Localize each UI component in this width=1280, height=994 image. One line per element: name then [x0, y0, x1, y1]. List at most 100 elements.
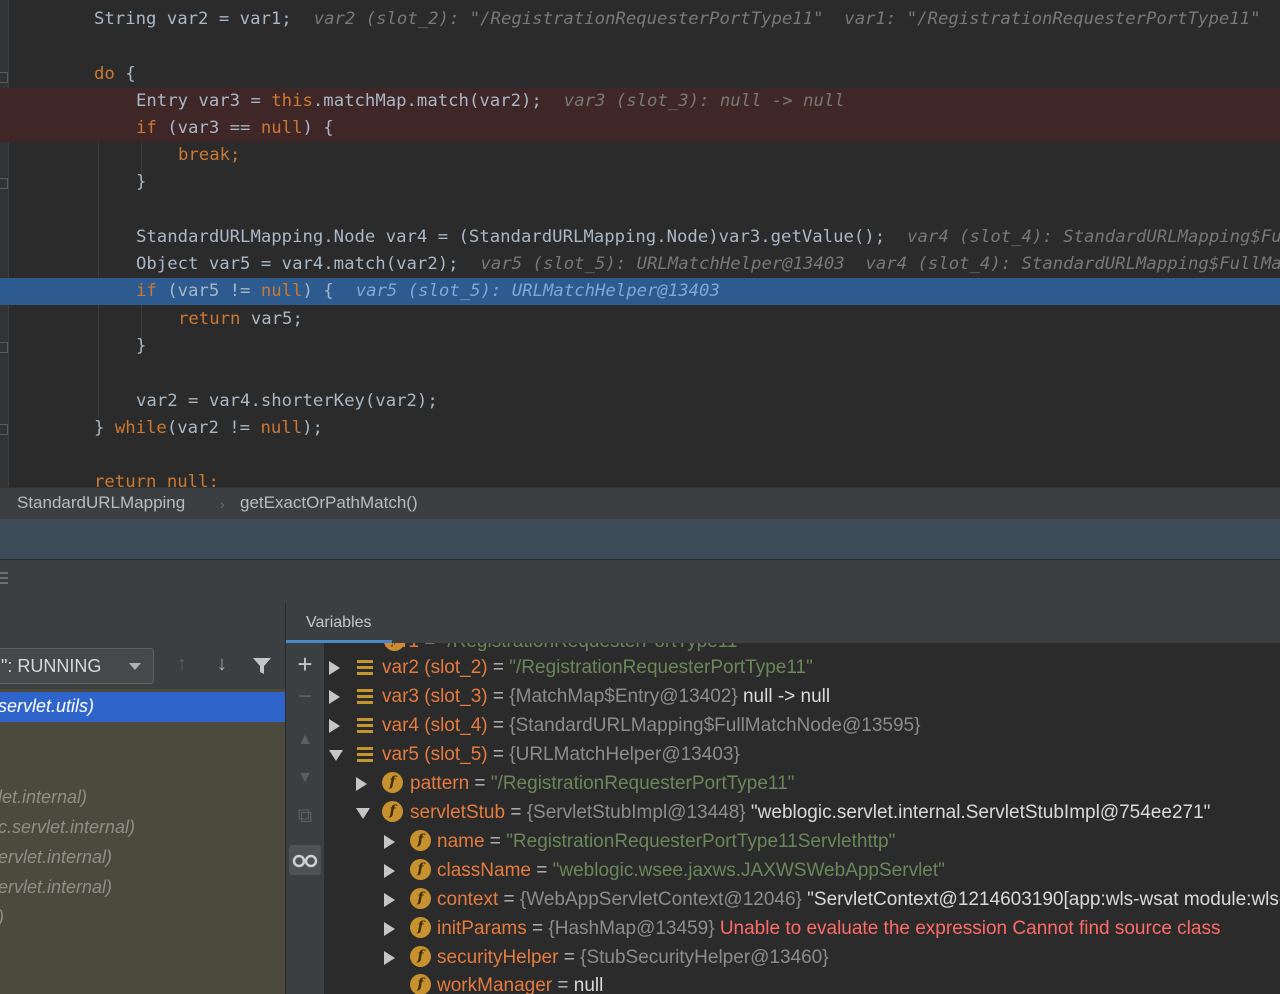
expand-arrow-icon[interactable]: [356, 777, 367, 791]
keyword: null: [260, 418, 303, 438]
frame-item[interactable]: [0, 722, 285, 752]
variable-row[interactable]: f context = {WebAppServletContext@12046}…: [324, 885, 1280, 914]
breadcrumb-separator: ›: [220, 496, 225, 512]
variable-value: "/RegistrationRequesterPortType11": [441, 643, 745, 652]
expand-arrow-icon[interactable]: [384, 864, 395, 878]
frame-item[interactable]: [0, 752, 285, 782]
variable-name: className: [437, 860, 531, 881]
frame-item[interactable]: ervlet.internal): [0, 843, 285, 873]
glasses-icon: [292, 854, 318, 868]
keyword: return: [94, 472, 157, 487]
expand-arrow-icon[interactable]: [384, 835, 395, 849]
variable-row[interactable]: f className = "weblogic.wsee.jaxws.JAXWS…: [324, 856, 1280, 885]
remove-watch-icon[interactable]: −: [286, 683, 324, 711]
variable-name: name: [437, 831, 485, 852]
field-icon: f: [410, 974, 431, 994]
code-line[interactable]: }: [0, 333, 1280, 360]
variable-row-expanded[interactable]: f servletStub = {ServletStubImpl@13448} …: [324, 798, 1280, 827]
variable-type: {StandardURLMapping$FullMatchNode@13595}: [509, 715, 921, 736]
code-text: (var2 !=: [166, 418, 261, 438]
move-down-icon[interactable]: ▼: [286, 769, 324, 787]
code-line[interactable]: break;: [0, 142, 1280, 169]
code-line[interactable]: do {: [0, 61, 1280, 88]
keyword: if: [136, 281, 157, 301]
variable-value: null -> null: [737, 686, 831, 707]
code-line[interactable]: return var5;: [0, 306, 1280, 333]
variables-tree: f var1 = "/RegistrationRequesterPortType…: [324, 643, 1280, 994]
variable-type: {WebAppServletContext@12046}: [519, 889, 802, 910]
code-editor[interactable]: String var2 = var1; var2 (slot_2): "/Regi…: [0, 0, 1280, 487]
variable-row[interactable]: f name = "RegistrationRequesterPortType1…: [324, 827, 1280, 856]
code-line-breakpoint[interactable]: Entry var3 = this.matchMap.match(var2); v…: [0, 88, 1280, 115]
current-execution-line[interactable]: if (var5 != null) {var5 (slot_5): URLMat…: [0, 278, 1280, 305]
code-text: ) {: [302, 281, 334, 301]
variable-row[interactable]: f securityHelper = {StubSecurityHelper@1…: [324, 943, 1280, 972]
local-variable-icon: [357, 747, 373, 762]
code-text: .matchMap.match(var2);: [312, 91, 542, 111]
collapse-arrow-icon[interactable]: [329, 750, 343, 761]
frame-label: ervlet.internal): [0, 877, 113, 897]
filter-icon[interactable]: [250, 653, 274, 679]
variable-row[interactable]: var3 (slot_3) = {MatchMap$Entry@13402} n…: [324, 682, 1280, 711]
keyword: null: [260, 281, 303, 301]
copy-icon[interactable]: ⧉: [286, 805, 324, 828]
frame-item[interactable]: ervlet.internal): [0, 873, 285, 903]
code-line[interactable]: }: [0, 169, 1280, 196]
variable-row[interactable]: var2 (slot_2) = "/RegistrationRequesterP…: [324, 653, 1280, 682]
inline-debug-hint: var2 (slot_2): "/RegistrationRequesterPo…: [313, 9, 1261, 29]
expand-arrow-icon[interactable]: [384, 951, 395, 965]
code-line[interactable]: Object var5 = var4.match(var2); var5 (slo…: [0, 251, 1280, 278]
code-line[interactable]: return null;: [0, 469, 1280, 487]
field-icon: f: [410, 859, 431, 880]
equals-sign: =: [558, 947, 581, 968]
variable-row[interactable]: f initParams = {HashMap@13459} Unable to…: [324, 914, 1280, 943]
breadcrumb-class[interactable]: StandardURLMapping: [17, 493, 185, 513]
equals-sign: =: [487, 686, 510, 707]
inline-debug-hint: var5 (slot_5): URLMatchHelper@13403 var4…: [480, 254, 1280, 274]
menu-icon[interactable]: [0, 572, 8, 588]
expand-arrow-icon[interactable]: [329, 719, 340, 733]
inline-debug-hint: var5 (slot_5): URLMatchHelper@13403: [355, 281, 720, 301]
code-line[interactable]: } while(var2 != null);: [0, 415, 1280, 442]
keyword: return: [178, 309, 241, 329]
code-text: Object var5 = var4.match(var2);: [136, 254, 459, 274]
breadcrumb: StandardURLMapping › getExactOrPathMatch…: [0, 487, 1280, 520]
variable-name: context: [437, 889, 499, 910]
tab-variables[interactable]: Variables: [286, 603, 392, 643]
arrow-up-icon[interactable]: ↑: [170, 653, 194, 679]
local-variable-icon: [357, 689, 373, 704]
variable-value: "weblogic.wsee.jaxws.JAXWSWebAppServlet": [552, 860, 945, 881]
variable-row[interactable]: var4 (slot_4) = {StandardURLMapping$Full…: [324, 711, 1280, 740]
frame-item[interactable]: c.servlet.internal): [0, 813, 285, 843]
frame-item[interactable]: let.internal): [0, 783, 285, 813]
variable-row-expanded[interactable]: var5 (slot_5) = {URLMatchHelper@13403}: [324, 740, 1280, 769]
code-line-breakpoint[interactable]: if (var3 == null) {: [0, 115, 1280, 142]
expand-arrow-icon[interactable]: [329, 690, 340, 704]
debug-toolbar: [0, 559, 1280, 604]
thread-selector-value: ": RUNNING: [1, 656, 102, 676]
code-line[interactable]: StandardURLMapping.Node var4 = (Standard…: [0, 224, 1280, 251]
frame-item-selected[interactable]: servlet.utils): [0, 692, 285, 722]
expand-arrow-icon[interactable]: [384, 922, 395, 936]
add-watch-icon[interactable]: +: [286, 649, 324, 680]
variable-row[interactable]: f pattern = "/RegistrationRequesterPortT…: [324, 769, 1280, 798]
arrow-down-icon[interactable]: ↓: [210, 653, 234, 679]
code-line[interactable]: var2 = var4.shorterKey(var2);: [0, 388, 1280, 415]
expand-arrow-icon[interactable]: [329, 661, 340, 675]
code-line[interactable]: String var2 = var1; var2 (slot_2): "/Regi…: [0, 6, 1280, 33]
frame-label: let.internal): [0, 787, 88, 807]
equals-sign: =: [484, 831, 507, 852]
watches-toggle[interactable]: [289, 845, 321, 875]
frame-item[interactable]: ): [0, 903, 285, 933]
evaluation-error: Unable to evaluate the expression Cannot…: [714, 918, 1221, 939]
panel-divider[interactable]: [0, 519, 1280, 559]
collapse-arrow-icon[interactable]: [356, 808, 370, 819]
move-up-icon[interactable]: ▲: [286, 731, 324, 749]
variable-row[interactable]: f workManager = null: [324, 971, 1280, 994]
field-icon: f: [410, 888, 431, 909]
code-text: ) {: [302, 118, 334, 138]
expand-arrow-icon[interactable]: [384, 893, 395, 907]
breadcrumb-method[interactable]: getExactOrPathMatch(): [240, 493, 418, 513]
thread-selector[interactable]: ": RUNNING: [0, 648, 154, 684]
field-icon: f: [410, 830, 431, 851]
